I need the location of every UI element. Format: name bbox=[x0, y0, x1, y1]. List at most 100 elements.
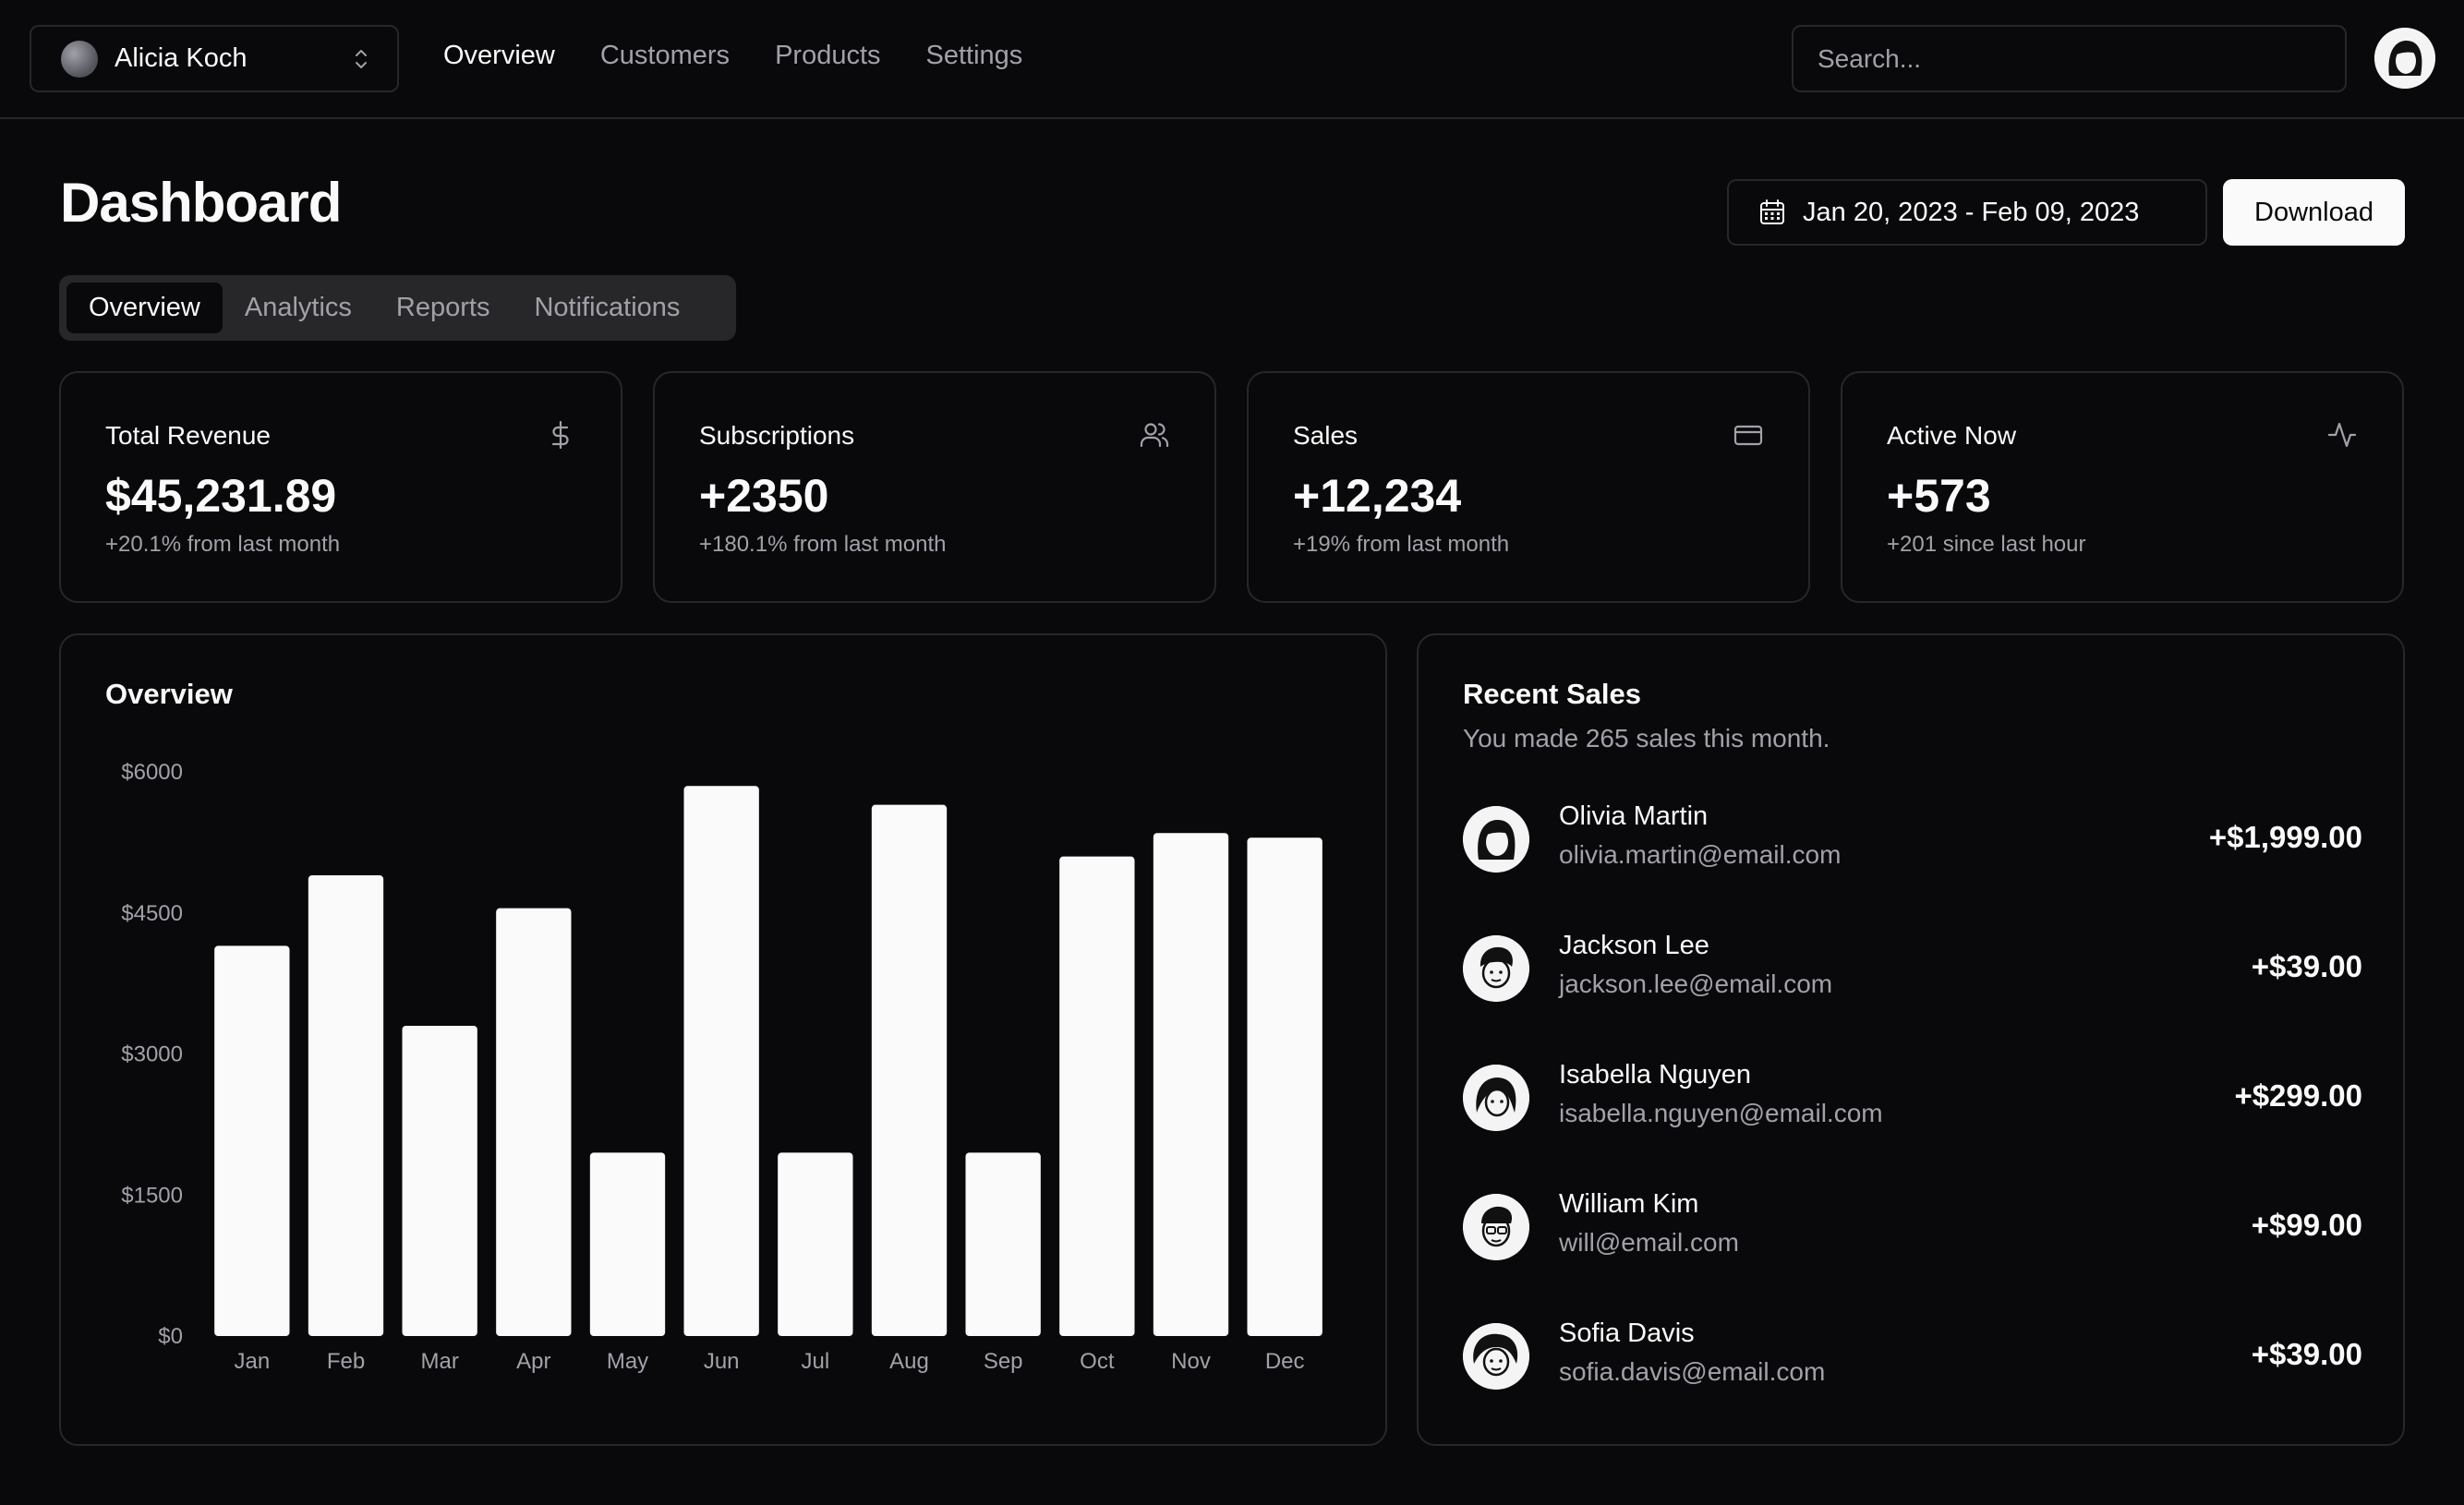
nav-settings[interactable]: Settings bbox=[926, 41, 1023, 71]
x-tick-label: Jul bbox=[801, 1349, 829, 1374]
customer-name: William Kim bbox=[1559, 1189, 1699, 1219]
user-avatar-icon bbox=[2374, 28, 2435, 89]
dollar-icon bbox=[551, 420, 569, 450]
x-tick-label: Dec bbox=[1265, 1349, 1305, 1374]
chart-bar[interactable] bbox=[589, 1152, 666, 1336]
x-tick-label: Jun bbox=[704, 1349, 740, 1374]
nav-products[interactable]: Products bbox=[775, 41, 880, 71]
tab-reports[interactable]: Reports bbox=[374, 283, 513, 333]
list-item: Jackson Lee jackson.lee@email.com +$39.0… bbox=[1463, 931, 2362, 1005]
sale-amount: +$39.00 bbox=[2251, 1337, 2362, 1371]
list-item: Isabella Nguyen isabella.nguyen@email.co… bbox=[1463, 1060, 2362, 1134]
chart-bar[interactable] bbox=[496, 908, 572, 1336]
x-tick-label: Apr bbox=[516, 1349, 550, 1374]
page-title: Dashboard bbox=[60, 172, 342, 234]
stat-subtext: +180.1% from last month bbox=[699, 532, 947, 557]
tab-analytics[interactable]: Analytics bbox=[223, 283, 374, 333]
dashboard-tabs: Overview Analytics Reports Notifications bbox=[59, 275, 736, 341]
list-item: William Kim will@email.com +$99.00 bbox=[1463, 1189, 2362, 1263]
team-name: Alicia Koch bbox=[115, 43, 248, 73]
person-avatar-icon bbox=[1463, 1323, 1529, 1390]
x-tick-label: Mar bbox=[420, 1349, 458, 1374]
bar-chart: $0 $1500 $3000 $4500 $6000 Jan Feb Mar Apr May Jun… bbox=[121, 760, 1323, 1374]
customer-email: olivia.martin@email.com bbox=[1559, 840, 1842, 869]
stat-value: +2350 bbox=[699, 470, 829, 522]
main-nav: Overview Customers Products Settings bbox=[443, 41, 1068, 71]
person-avatar-icon bbox=[1463, 806, 1529, 873]
customer-name: Olivia Martin bbox=[1559, 801, 1709, 831]
customer-email: will@email.com bbox=[1559, 1228, 1739, 1257]
stat-label: Total Revenue bbox=[105, 421, 272, 450]
list-item: Sofia Davis sofia.davis@email.com +$39.0… bbox=[1463, 1318, 2362, 1392]
x-tick-label: Feb bbox=[327, 1349, 365, 1374]
list-item: Olivia Martin olivia.martin@email.com +$… bbox=[1463, 801, 2362, 875]
x-tick-label: Jan bbox=[234, 1349, 270, 1374]
chevron-up-down-icon bbox=[356, 49, 367, 68]
date-range-text: Jan 20, 2023 - Feb 09, 2023 bbox=[1803, 197, 2140, 227]
x-tick-label: Oct bbox=[1080, 1349, 1115, 1374]
chart-bar[interactable] bbox=[683, 786, 759, 1336]
avatar bbox=[1463, 1323, 1529, 1390]
y-tick-label: $0 bbox=[158, 1324, 183, 1349]
chart-bar[interactable] bbox=[1247, 837, 1323, 1336]
user-avatar[interactable] bbox=[2374, 28, 2435, 89]
stat-value: +12,234 bbox=[1293, 470, 1462, 522]
avatar bbox=[1463, 1065, 1529, 1131]
chart-bar[interactable] bbox=[778, 1152, 853, 1336]
customer-email: isabella.nguyen@email.com bbox=[1559, 1099, 1883, 1127]
y-tick-label: $6000 bbox=[121, 760, 183, 785]
stat-value: $45,231.89 bbox=[105, 470, 337, 522]
recent-sales-card: Recent Sales You made 265 sales this mon… bbox=[1417, 633, 2405, 1446]
avatar bbox=[1463, 935, 1529, 1002]
nav-overview[interactable]: Overview bbox=[443, 41, 555, 71]
x-tick-label: Sep bbox=[984, 1349, 1023, 1374]
stat-subtext: +20.1% from last month bbox=[105, 532, 341, 557]
y-tick-label: $3000 bbox=[121, 1042, 183, 1067]
stat-label: Sales bbox=[1293, 421, 1359, 450]
team-switcher[interactable]: Alicia Koch bbox=[30, 25, 399, 92]
tab-overview[interactable]: Overview bbox=[66, 283, 223, 333]
chart-bar[interactable] bbox=[308, 875, 384, 1336]
chart-bar[interactable] bbox=[214, 945, 290, 1336]
calendar-icon bbox=[1760, 199, 1784, 224]
chart-bar[interactable] bbox=[871, 804, 948, 1336]
nav-customers[interactable]: Customers bbox=[600, 41, 730, 71]
stat-subtext: +19% from last month bbox=[1293, 532, 1510, 557]
team-avatar bbox=[61, 40, 98, 78]
credit-card-icon bbox=[1733, 425, 1763, 446]
x-tick-label: May bbox=[607, 1349, 648, 1374]
search-input[interactable] bbox=[1792, 25, 2347, 92]
y-tick-label: $4500 bbox=[121, 901, 183, 926]
chart-bar[interactable] bbox=[402, 1025, 477, 1336]
chart-bar[interactable] bbox=[1153, 833, 1229, 1336]
download-button[interactable]: Download bbox=[2223, 179, 2405, 246]
date-range-picker[interactable]: Jan 20, 2023 - Feb 09, 2023 bbox=[1727, 179, 2207, 246]
sale-amount: +$99.00 bbox=[2251, 1208, 2362, 1242]
customer-name: Isabella Nguyen bbox=[1559, 1060, 1751, 1090]
sale-amount: +$1,999.00 bbox=[2208, 820, 2362, 854]
tab-notifications[interactable]: Notifications bbox=[512, 283, 702, 333]
recent-sales-subtitle: You made 265 sales this month. bbox=[1463, 724, 1830, 752]
customer-email: sofia.davis@email.com bbox=[1559, 1357, 1826, 1386]
stat-subtext: +201 since last hour bbox=[1887, 532, 2086, 557]
person-avatar-icon bbox=[1463, 1194, 1529, 1260]
stat-card-sales: Sales +12,234 +19% from last month bbox=[1247, 371, 1810, 603]
stat-value: +573 bbox=[1887, 470, 1991, 522]
sale-amount: +$299.00 bbox=[2234, 1078, 2362, 1113]
sale-amount: +$39.00 bbox=[2251, 949, 2362, 983]
chart-bar[interactable] bbox=[1059, 856, 1135, 1336]
avatar bbox=[1463, 1194, 1529, 1260]
top-bar: Alicia Koch Overview Customers Products … bbox=[0, 0, 2464, 119]
stat-card-total-revenue: Total Revenue $45,231.89 +20.1% from las… bbox=[59, 371, 622, 603]
activity-icon bbox=[2327, 422, 2357, 448]
customer-name: Jackson Lee bbox=[1559, 931, 1709, 960]
chart-bar[interactable] bbox=[965, 1152, 1041, 1336]
stat-card-subscriptions: Subscriptions +2350 +180.1% from last mo… bbox=[653, 371, 1216, 603]
stat-label: Active Now bbox=[1887, 421, 2017, 450]
customer-name: Sofia Davis bbox=[1559, 1318, 1695, 1348]
person-avatar-icon bbox=[1463, 935, 1529, 1002]
stat-label: Subscriptions bbox=[699, 421, 855, 450]
recent-sales-title: Recent Sales bbox=[1463, 678, 1641, 710]
users-icon bbox=[1140, 423, 1169, 448]
stat-card-active-now: Active Now +573 +201 since last hour bbox=[1841, 371, 2404, 603]
